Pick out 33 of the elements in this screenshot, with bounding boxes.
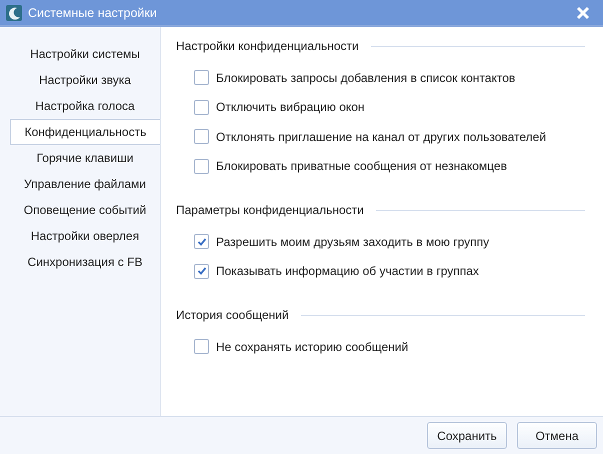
checkbox[interactable] xyxy=(194,158,209,174)
checkbox-label: Отклонять приглашение на канал от других пользователей xyxy=(216,130,546,144)
sidebar-item[interactable]: Настройки оверлея xyxy=(10,223,160,249)
close-button[interactable] xyxy=(575,4,591,20)
checkbox[interactable] xyxy=(194,70,209,86)
checkbox[interactable] xyxy=(194,129,209,144)
checkbox-label: Показывать информацию об участии в группах xyxy=(216,264,479,278)
check-icon xyxy=(196,236,206,247)
window-title: Системные настройки xyxy=(28,6,158,20)
checkbox-label: Отключить вибрацию окон xyxy=(216,100,365,114)
checkbox[interactable] xyxy=(194,100,209,115)
app-logo-icon xyxy=(6,4,22,20)
sidebar-item[interactable]: Настройка голоса xyxy=(10,93,160,119)
checkbox-label: Не сохранять историю сообщений xyxy=(216,340,408,354)
dialog-button[interactable]: Отмена xyxy=(517,422,597,449)
sidebar-item[interactable]: Синхронизация с FB xyxy=(10,249,160,275)
sidebar-item[interactable]: Оповещение событий xyxy=(10,197,160,223)
section-title: Параметры конфиденциальности xyxy=(176,203,364,217)
sidebar-item[interactable]: Управление файлами xyxy=(10,171,160,197)
checkbox[interactable] xyxy=(194,339,209,354)
checkbox[interactable] xyxy=(194,234,209,250)
sidebar-item[interactable]: Конфиденциальность xyxy=(10,119,160,145)
sidebar-item[interactable]: Горячие клавиши xyxy=(10,145,160,171)
checkbox-label: Блокировать приватные сообщения от незнакомцев xyxy=(216,159,507,174)
dialog-button[interactable]: Сохранить xyxy=(427,422,507,449)
checkbox-label: Разрешить моим друзьям заходить в мою группу xyxy=(216,234,490,249)
checkbox-label: Блокировать запросы добавления в список контактов xyxy=(216,70,516,85)
checkbox[interactable] xyxy=(194,264,209,279)
section-title: Настройки конфиденциальности xyxy=(176,39,359,53)
section-title: История сообщений xyxy=(176,308,289,322)
sidebar-item[interactable]: Настройки системы xyxy=(10,41,160,67)
sidebar-item[interactable]: Настройки звука xyxy=(10,67,160,93)
check-icon xyxy=(196,266,206,276)
